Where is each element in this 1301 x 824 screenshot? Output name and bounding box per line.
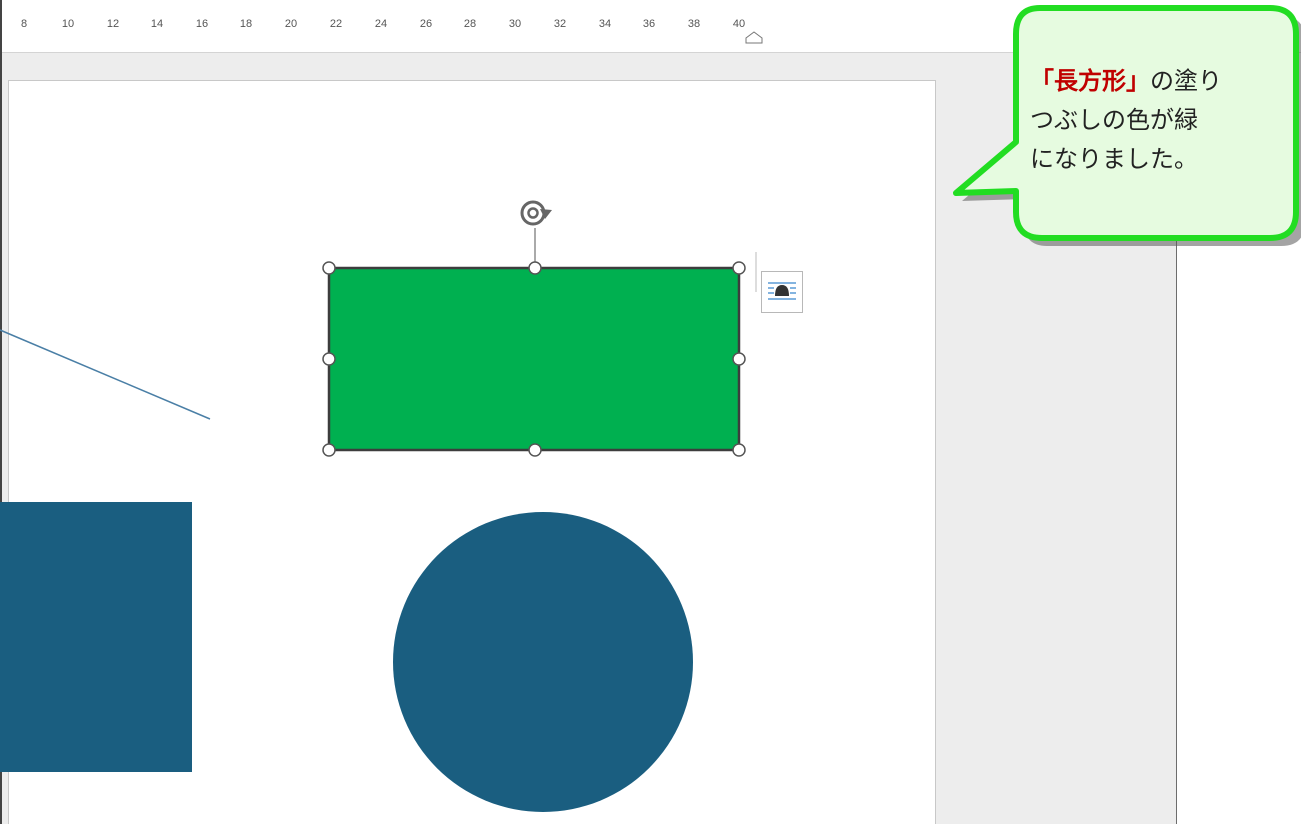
callout-line-1-rest: の塗り [1150,67,1222,95]
blue-rectangle-shape[interactable] [0,502,192,772]
line-shape[interactable] [0,329,211,420]
rotate-handle-icon[interactable] [520,200,552,226]
layout-options-icon [768,282,796,300]
green-rectangle-shape[interactable] [327,266,741,452]
blue-circle-shape[interactable] [393,512,693,812]
callout-highlight: 「長方形」 [1030,67,1150,95]
layout-options-button[interactable] [761,271,803,313]
callout-line-1: 「長方形」の塗り [1030,62,1270,101]
callout-line-2: つぶしの色が緑 [1030,106,1198,134]
callout-line-3: になりました。 [1030,145,1198,173]
document-window: 8 10 12 14 16 18 20 22 24 26 28 30 32 34… [0,0,1301,824]
callout-message: 「長方形」の塗り つぶしの色が緑 になりました。 [1030,62,1270,179]
